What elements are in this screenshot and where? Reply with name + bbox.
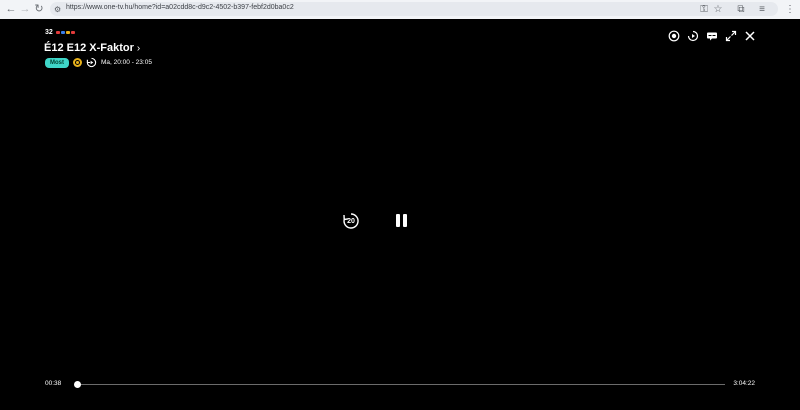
media-control-icon[interactable]: ≡ bbox=[755, 2, 769, 16]
chevron-right-icon[interactable]: › bbox=[137, 43, 140, 54]
extensions-icon[interactable]: ⧉ bbox=[734, 2, 748, 16]
ring-icon bbox=[73, 58, 82, 67]
current-time: 00:38 bbox=[45, 380, 62, 387]
site-info-icon[interactable]: ⚙ bbox=[54, 5, 61, 14]
program-title[interactable]: É12 E12 X-Faktor bbox=[44, 42, 134, 54]
back-icon[interactable]: ← bbox=[4, 2, 18, 16]
now-badge: Most bbox=[45, 57, 69, 68]
program-title-link[interactable]: É12 E12 X-Faktor › bbox=[44, 42, 140, 54]
restart-icon[interactable] bbox=[86, 57, 97, 68]
pause-button[interactable] bbox=[394, 214, 408, 228]
url-text[interactable]: https://www.one-tv.hu/home?id=a02cdd8c-d… bbox=[66, 4, 294, 11]
total-time: 3:04:22 bbox=[733, 380, 755, 387]
channel-number: 32 bbox=[45, 29, 53, 36]
rewind-seconds[interactable]: 20 bbox=[342, 212, 360, 230]
video-player[interactable]: 32 É12 E12 X-Faktor › Most Ma, 20:00 - 2… bbox=[0, 19, 800, 410]
broadcast-time: Ma, 20:00 - 23:05 bbox=[101, 59, 152, 66]
player-top-controls bbox=[668, 30, 756, 42]
rewind-button[interactable]: 20 bbox=[342, 212, 360, 230]
pause-bar-left[interactable] bbox=[395, 214, 400, 227]
address-bar[interactable]: ⚙ https://www.one-tv.hu/home?id=a02cdd8c… bbox=[50, 2, 778, 16]
channel-logo bbox=[55, 31, 75, 34]
seek-bar[interactable] bbox=[74, 381, 725, 388]
seek-handle[interactable] bbox=[74, 381, 82, 388]
subtitles-icon[interactable] bbox=[706, 30, 718, 42]
kebab-menu-icon[interactable]: ⋮ bbox=[783, 2, 797, 16]
fullscreen-icon[interactable] bbox=[725, 30, 737, 42]
reload-icon[interactable]: ↻ bbox=[32, 2, 46, 16]
bookmark-star-icon[interactable]: ☆ bbox=[711, 2, 725, 16]
browser-toolbar: ← → ↻ ⚙ https://www.one-tv.hu/home?id=a0… bbox=[0, 0, 800, 20]
record-icon[interactable] bbox=[668, 30, 680, 42]
playback-controls: 20 bbox=[342, 212, 408, 230]
forward-icon[interactable]: → bbox=[18, 2, 32, 16]
pause-bar-right[interactable] bbox=[402, 214, 407, 227]
key-icon[interactable]: ⚿ bbox=[697, 2, 711, 16]
program-meta: Most Ma, 20:00 - 23:05 bbox=[45, 57, 152, 68]
seek-bar-container: 00:38 3:04:22 bbox=[45, 379, 755, 391]
close-icon[interactable] bbox=[744, 30, 756, 42]
start-over-icon[interactable] bbox=[687, 30, 699, 42]
channel-indicator: 32 bbox=[45, 29, 75, 36]
